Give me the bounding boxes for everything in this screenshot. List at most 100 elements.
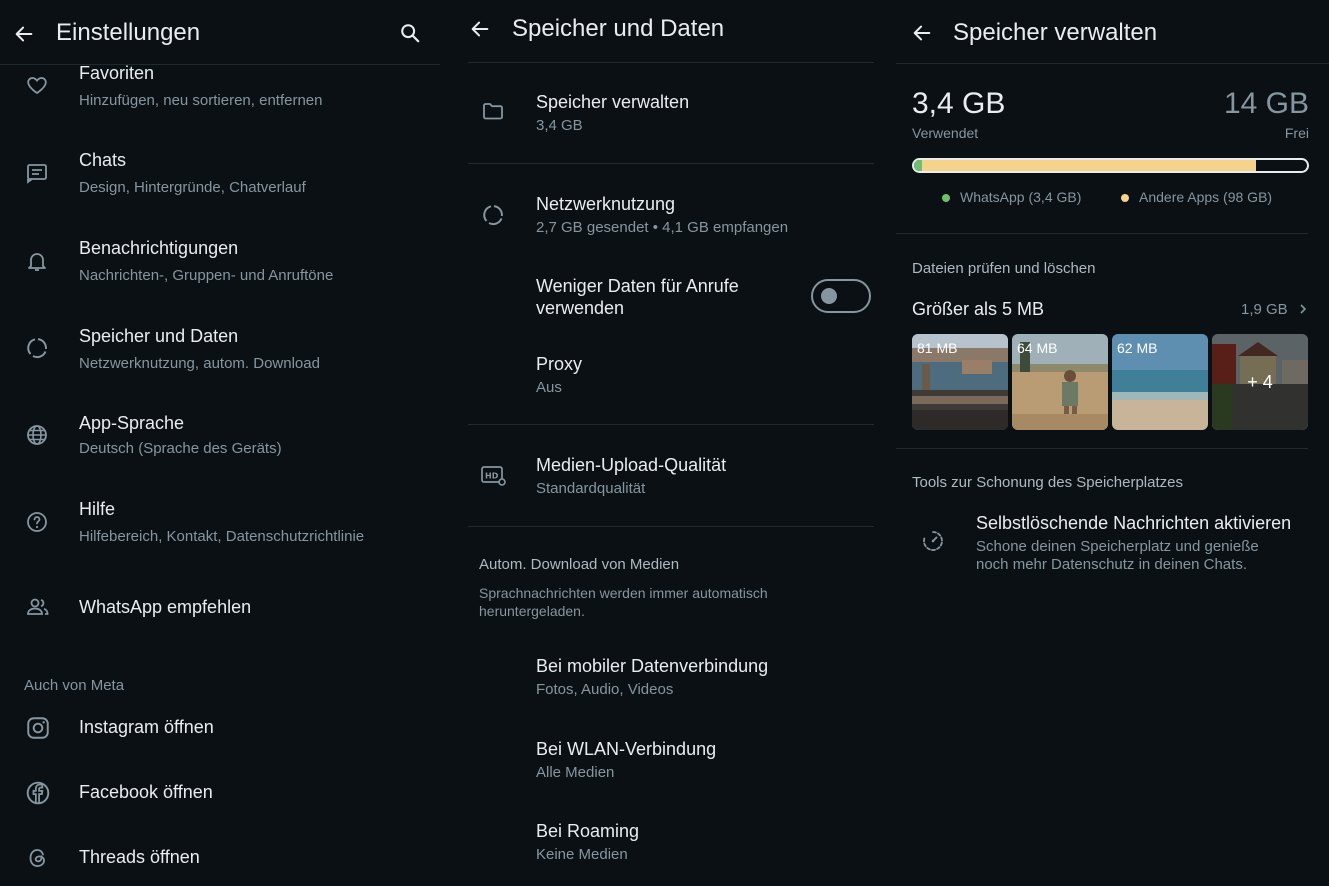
- item-title: Selbstlöschende Nachrichten aktivieren: [976, 513, 1292, 533]
- item-title: Facebook öffnen: [79, 782, 213, 802]
- back-arrow-icon[interactable]: [908, 19, 936, 47]
- auto-download-note-line2: heruntergeladen.: [479, 603, 585, 619]
- media-thumbnail[interactable]: 64 MB: [1012, 334, 1108, 430]
- thumbnail-size: 64 MB: [1017, 340, 1058, 356]
- item-subtitle: Deutsch (Sprache des Geräts): [79, 440, 282, 457]
- globe-icon: [24, 422, 50, 448]
- item-subtitle: Netzwerknutzung, autom. Download: [79, 355, 320, 372]
- settings-item-notifications[interactable]: Benachrichtigungen Nachrichten-, Gruppen…: [0, 236, 440, 296]
- search-icon[interactable]: [396, 19, 424, 47]
- item-title: Bei WLAN-Verbindung: [536, 739, 717, 759]
- instagram-icon: [24, 714, 52, 742]
- meta-item-threads[interactable]: Threads öffnen: [0, 838, 440, 878]
- item-title: Speicher und Daten: [79, 326, 239, 346]
- item-subtitle: Hilfebereich, Kontakt, Datenschutzrichtl…: [79, 528, 365, 545]
- item-subtitle: Keine Medien: [536, 846, 628, 863]
- page-title: Speicher und Daten: [512, 15, 725, 42]
- network-usage-item[interactable]: Netzwerknutzung 2,7 GB gesendet • 4,1 GB…: [456, 184, 886, 244]
- item-title-line2: verwenden: [536, 298, 625, 318]
- section-header-review: Dateien prüfen und löschen: [912, 260, 1096, 277]
- media-thumbnail[interactable]: 62 MB: [1112, 334, 1208, 430]
- larger-than-value: 1,9 GB: [1241, 301, 1288, 318]
- less-data-calls-item[interactable]: Weniger Daten für Anrufe verwenden: [456, 272, 886, 332]
- page-title: Einstellungen: [56, 19, 201, 46]
- media-upload-quality-item[interactable]: HD Medien-Upload-Qualität Standardqualit…: [456, 446, 886, 506]
- manage-storage-panel: Speicher verwalten 3,4 GB Verwendet 14 G…: [896, 0, 1329, 886]
- item-subtitle: Standardqualität: [536, 480, 646, 497]
- hd-settings-icon: HD: [480, 462, 508, 490]
- chevron-right-icon: [1296, 301, 1310, 317]
- heart-icon: [24, 72, 50, 98]
- less-data-toggle[interactable]: [811, 279, 871, 313]
- settings-item-storage[interactable]: Speicher und Daten Netzwerknutzung, auto…: [0, 324, 440, 384]
- back-arrow-icon[interactable]: [466, 15, 494, 43]
- meta-item-facebook[interactable]: Facebook öffnen: [0, 773, 440, 813]
- legend-whatsapp-label: WhatsApp (3,4 GB): [960, 189, 1082, 205]
- settings-item-chats[interactable]: Chats Design, Hintergründe, Chatverlauf: [0, 148, 440, 208]
- item-title: Netzwerknutzung: [536, 194, 676, 214]
- item-subtitle: Aus: [536, 379, 562, 396]
- item-title: Medien-Upload-Qualität: [536, 455, 727, 475]
- item-title: Bei Roaming: [536, 821, 640, 841]
- page-title: Speicher verwalten: [953, 19, 1158, 46]
- auto-download-mobile-item[interactable]: Bei mobiler Datenverbindung Fotos, Audio…: [456, 654, 886, 704]
- media-thumbnail-more[interactable]: + 4: [1212, 334, 1308, 430]
- item-title: Chats: [79, 150, 127, 170]
- section-header-auto-download: Autom. Download von Medien: [479, 556, 680, 573]
- proxy-item[interactable]: Proxy Aus: [456, 352, 886, 402]
- svg-text:HD: HD: [485, 472, 499, 481]
- item-subtitle: 3,4 GB: [536, 117, 583, 134]
- settings-item-help[interactable]: Hilfe Hilfebereich, Kontakt, Datenschutz…: [0, 497, 440, 557]
- settings-item-invite[interactable]: WhatsApp empfehlen: [0, 588, 440, 628]
- settings-item-favorites[interactable]: Favoriten Hinzufügen, neu sortieren, ent…: [0, 62, 440, 122]
- item-subtitle-line2: noch mehr Datenschutz in deinen Chats.: [976, 556, 1247, 573]
- people-icon: [24, 594, 52, 620]
- storage-data-panel: Speicher und Daten Speicher verwalten 3,…: [456, 0, 886, 886]
- larger-than-5mb-row[interactable]: Größer als 5 MB 1,9 GB: [896, 296, 1329, 326]
- storage-usage-bar: [912, 158, 1309, 173]
- auto-download-roaming-item[interactable]: Bei Roaming Keine Medien: [456, 819, 886, 869]
- item-title: WhatsApp empfehlen: [79, 597, 252, 617]
- thumbnail-size: 62 MB: [1117, 340, 1158, 356]
- media-thumbnail[interactable]: 81 MB: [912, 334, 1008, 430]
- item-title: Proxy: [536, 354, 583, 374]
- legend-dot-other-apps: [1121, 194, 1129, 203]
- item-title: Threads öffnen: [79, 847, 200, 867]
- item-title: Instagram öffnen: [79, 717, 214, 737]
- facebook-icon: [24, 779, 52, 807]
- item-subtitle-line1: Schone deinen Speicherplatz und genieße: [976, 538, 1259, 555]
- item-subtitle: Nachrichten-, Gruppen- und Anruftöne: [79, 267, 334, 284]
- item-title: Speicher verwalten: [536, 92, 690, 112]
- disappearing-messages-item[interactable]: Selbstlöschende Nachrichten aktivieren S…: [896, 506, 1329, 586]
- free-storage-label: Frei: [1284, 125, 1309, 141]
- item-title: App-Sprache: [79, 413, 185, 433]
- item-subtitle: Alle Medien: [536, 764, 615, 781]
- section-header-meta: Auch von Meta: [24, 677, 125, 694]
- section-header-tools: Tools zur Schonung des Speicherplatzes: [912, 474, 1183, 491]
- item-title: Hilfe: [79, 499, 116, 519]
- auto-download-wifi-item[interactable]: Bei WLAN-Verbindung Alle Medien: [456, 737, 886, 787]
- item-title: Favoriten: [79, 63, 155, 83]
- item-subtitle: Fotos, Audio, Videos: [536, 681, 674, 698]
- threads-icon: [24, 844, 52, 872]
- settings-panel: Einstellungen Favoriten Hinzufügen, neu …: [0, 0, 440, 886]
- help-icon: [24, 509, 50, 535]
- item-title: Bei mobiler Datenverbindung: [536, 656, 769, 676]
- data-usage-icon: [24, 335, 50, 361]
- legend-other-label: Andere Apps (98 GB): [1139, 189, 1273, 205]
- folder-icon: [480, 98, 506, 124]
- used-storage-label: Verwendet: [912, 125, 979, 141]
- settings-item-language[interactable]: App-Sprache Deutsch (Sprache des Geräts): [0, 411, 440, 471]
- meta-item-instagram[interactable]: Instagram öffnen: [0, 708, 440, 748]
- legend-whatsapp: WhatsApp (3,4 GB): [942, 189, 1081, 205]
- item-subtitle: Design, Hintergründe, Chatverlauf: [79, 179, 306, 196]
- item-title-line1: Weniger Daten für Anrufe: [536, 276, 739, 296]
- legend-other-apps: Andere Apps (98 GB): [1121, 189, 1272, 205]
- back-arrow-icon[interactable]: [10, 20, 38, 48]
- item-subtitle: Hinzufügen, neu sortieren, entfernen: [79, 92, 323, 109]
- free-storage-value: 14 GB: [1223, 87, 1309, 120]
- larger-than-title: Größer als 5 MB: [912, 299, 1045, 319]
- chat-icon: [24, 160, 50, 186]
- item-title: Benachrichtigungen: [79, 238, 239, 258]
- manage-storage-item[interactable]: Speicher verwalten 3,4 GB: [456, 82, 886, 142]
